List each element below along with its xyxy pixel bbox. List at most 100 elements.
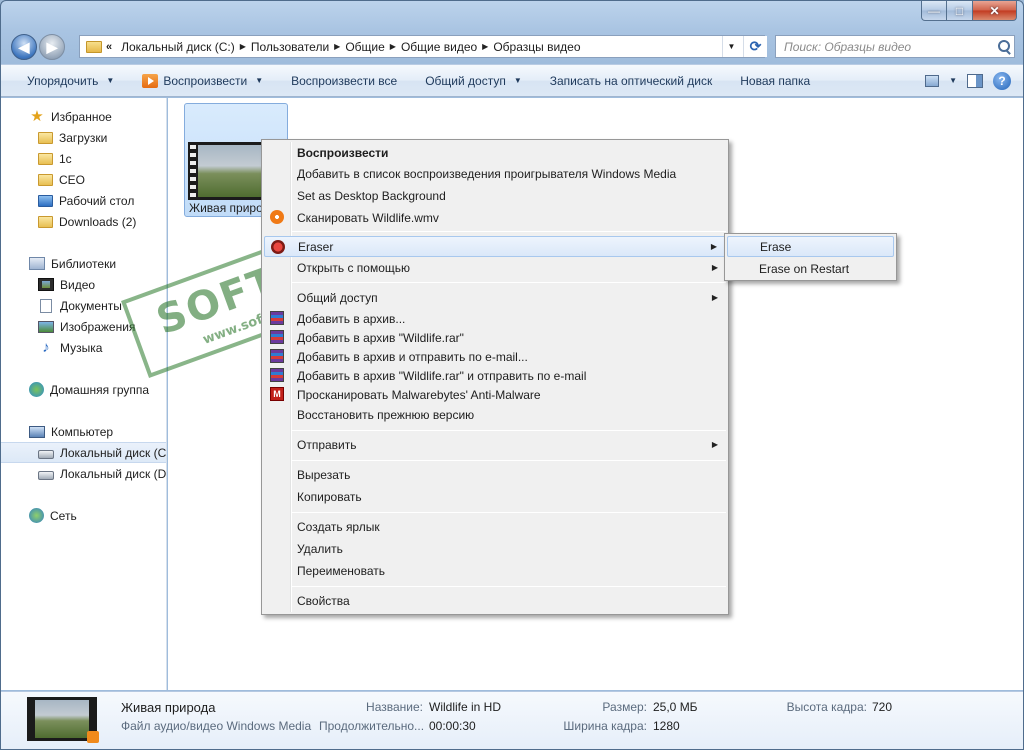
menu-item-share[interactable]: Общий доступ ▶ bbox=[264, 287, 726, 308]
close-button[interactable]: ✕ bbox=[973, 1, 1017, 21]
menu-item-label: Удалить bbox=[297, 541, 343, 556]
sidebar-item-computer[interactable]: Компьютер bbox=[1, 421, 166, 442]
dropdown-arrow-icon: ▼ bbox=[106, 76, 115, 85]
sidebar-item-libraries[interactable]: Библиотеки bbox=[1, 253, 166, 274]
video-library-icon bbox=[38, 278, 54, 291]
play-icon bbox=[142, 73, 159, 88]
menu-item-copy[interactable]: Копировать bbox=[264, 486, 726, 507]
homegroup-icon bbox=[29, 382, 44, 397]
menu-item-label: Erase on Restart bbox=[759, 261, 850, 276]
menu-item-delete[interactable]: Удалить bbox=[264, 538, 726, 559]
breadcrumb-item[interactable]: Образцы видео bbox=[488, 40, 585, 54]
preview-pane-icon[interactable] bbox=[967, 73, 983, 88]
details-duration-label: Продолжительно... bbox=[319, 719, 425, 733]
sidebar-item-downloads-en[interactable]: Downloads (2) bbox=[1, 211, 166, 232]
menu-item-add-archive[interactable]: Добавить в архив... bbox=[264, 308, 726, 329]
share-button[interactable]: Общий доступ ▼ bbox=[411, 65, 536, 96]
help-icon[interactable]: ? bbox=[993, 71, 1011, 90]
breadcrumb-item[interactable]: Локальный диск (C:) bbox=[116, 40, 240, 54]
folder-icon bbox=[86, 40, 102, 53]
sidebar-item-homegroup[interactable]: Домашняя группа bbox=[1, 379, 166, 400]
search-input[interactable]: Поиск: Образцы видео bbox=[784, 40, 994, 54]
menu-item-erase[interactable]: Erase bbox=[727, 236, 894, 257]
new-folder-button[interactable]: Новая папка bbox=[726, 65, 824, 96]
refresh-button[interactable]: ⟳ bbox=[743, 36, 767, 57]
menu-item-erase-restart[interactable]: Erase on Restart bbox=[727, 258, 894, 279]
menu-separator bbox=[292, 460, 726, 461]
sidebar-item-disk-d[interactable]: Локальный диск (D bbox=[1, 463, 167, 484]
menu-item-add-email[interactable]: Добавить в архив и отправить по e-mail..… bbox=[264, 346, 726, 367]
menu-item-label: Отправить bbox=[297, 437, 357, 452]
details-height-value: 720 bbox=[872, 700, 893, 714]
menu-item-add-rar-email[interactable]: Добавить в архив "Wildlife.rar" и отправ… bbox=[264, 365, 726, 386]
details-title-value[interactable]: Wildlife in HD bbox=[429, 700, 501, 714]
caption-buttons: — □ ✕ bbox=[921, 1, 1017, 21]
winrar-icon bbox=[270, 368, 284, 382]
menu-separator bbox=[292, 282, 726, 283]
sidebar-item-desktop[interactable]: Рабочий стол bbox=[1, 190, 166, 211]
play-all-button[interactable]: Воспроизвести все bbox=[277, 65, 411, 96]
dropdown-arrow-icon: ▼ bbox=[255, 76, 264, 85]
view-dropdown-icon[interactable]: ▼ bbox=[949, 76, 957, 85]
menu-item-eraser[interactable]: Eraser ▶ bbox=[264, 236, 726, 257]
sidebar-item-label: 1с bbox=[59, 151, 72, 166]
menu-item-open-with[interactable]: Открыть с помощью ▶ bbox=[264, 257, 726, 278]
sidebar-item-disk-c[interactable]: Локальный диск (C bbox=[1, 442, 167, 463]
address-overflow[interactable]: « bbox=[106, 41, 112, 53]
breadcrumb-item[interactable]: Общие bbox=[340, 40, 389, 54]
sidebar-item-label: Локальный диск (D bbox=[60, 466, 167, 481]
menu-item-label: Создать ярлык bbox=[297, 519, 380, 534]
menu-item-set-background[interactable]: Set as Desktop Background bbox=[264, 185, 726, 206]
menu-item-label: Общий доступ bbox=[297, 290, 378, 305]
menu-item-create-shortcut[interactable]: Создать ярлык bbox=[264, 516, 726, 537]
sidebar-item-label: Сеть bbox=[50, 508, 77, 523]
navigation-pane: ★ Избранное Загрузки 1с CEO Рабочий стол … bbox=[1, 98, 167, 690]
menu-item-play[interactable]: Воспроизвести bbox=[264, 142, 726, 163]
search-box[interactable]: Поиск: Образцы видео bbox=[775, 35, 1015, 58]
eraser-submenu: Erase Erase on Restart bbox=[724, 233, 897, 281]
address-history-dropdown[interactable]: ▼ bbox=[722, 36, 740, 57]
menu-item-restore[interactable]: Восстановить прежнюю версию bbox=[264, 404, 726, 425]
menu-item-send-to[interactable]: Отправить ▶ bbox=[264, 434, 726, 455]
menu-item-properties[interactable]: Свойства bbox=[264, 590, 726, 611]
sidebar-item-ceo[interactable]: CEO bbox=[1, 169, 166, 190]
menu-item-scan[interactable]: Сканировать Wildlife.wmv bbox=[264, 207, 726, 228]
menu-item-label: Открыть с помощью bbox=[297, 260, 411, 275]
forward-button[interactable]: ▶ bbox=[39, 34, 65, 60]
sidebar-item-label: Библиотеки bbox=[51, 256, 117, 271]
menu-separator bbox=[292, 586, 726, 587]
burn-button[interactable]: Записать на оптический диск bbox=[536, 65, 727, 96]
network-icon bbox=[29, 508, 44, 523]
menu-item-add-rar[interactable]: Добавить в архив "Wildlife.rar" bbox=[264, 327, 726, 348]
menu-item-add-playlist[interactable]: Добавить в список воспроизведения проигр… bbox=[264, 163, 726, 184]
minimize-button[interactable]: — bbox=[921, 1, 947, 21]
address-bar[interactable]: « Локальный диск (C:) ▶ Пользователи ▶ Общ… bbox=[79, 35, 765, 58]
menu-item-label: Просканировать Malwarebytes' Anti-Malwar… bbox=[297, 387, 541, 402]
view-options-icon[interactable] bbox=[925, 74, 940, 87]
sidebar-item-video[interactable]: Видео bbox=[1, 274, 166, 295]
breadcrumb-item[interactable]: Пользователи bbox=[246, 40, 334, 54]
sidebar-item-label: Локальный диск (C bbox=[60, 445, 167, 460]
menu-item-cut[interactable]: Вырезать bbox=[264, 464, 726, 485]
details-size-value: 25,0 МБ bbox=[653, 700, 698, 714]
breadcrumb-item[interactable]: Общие видео bbox=[396, 40, 482, 54]
sidebar-item-downloads[interactable]: Загрузки bbox=[1, 127, 166, 148]
back-button[interactable]: ◀ bbox=[11, 34, 37, 60]
menu-item-rename[interactable]: Переименовать bbox=[264, 560, 726, 581]
organize-button[interactable]: Упорядочить ▼ bbox=[1, 65, 128, 96]
computer-icon bbox=[29, 425, 45, 438]
sidebar-item-network[interactable]: Сеть bbox=[1, 505, 166, 526]
details-file-type: Файл аудио/видео Windows Media bbox=[121, 719, 312, 733]
maximize-button[interactable]: □ bbox=[947, 1, 973, 21]
sidebar-item-label: Документы bbox=[60, 298, 122, 313]
menu-item-malwarebytes[interactable]: M Просканировать Malwarebytes' Anti-Malwa… bbox=[264, 384, 726, 405]
thumbnail-image bbox=[35, 700, 89, 738]
sidebar-item-favorites[interactable]: ★ Избранное bbox=[1, 106, 166, 127]
menu-item-label: Копировать bbox=[297, 489, 362, 504]
menu-item-label: Переименовать bbox=[297, 563, 385, 578]
arrow-left-icon: ◀ bbox=[18, 38, 30, 55]
play-button[interactable]: Воспроизвести ▼ bbox=[128, 65, 277, 96]
sidebar-item-1c[interactable]: 1с bbox=[1, 148, 166, 169]
search-icon[interactable] bbox=[994, 37, 1014, 57]
context-menu: Воспроизвести Добавить в список воспроиз… bbox=[261, 139, 729, 615]
